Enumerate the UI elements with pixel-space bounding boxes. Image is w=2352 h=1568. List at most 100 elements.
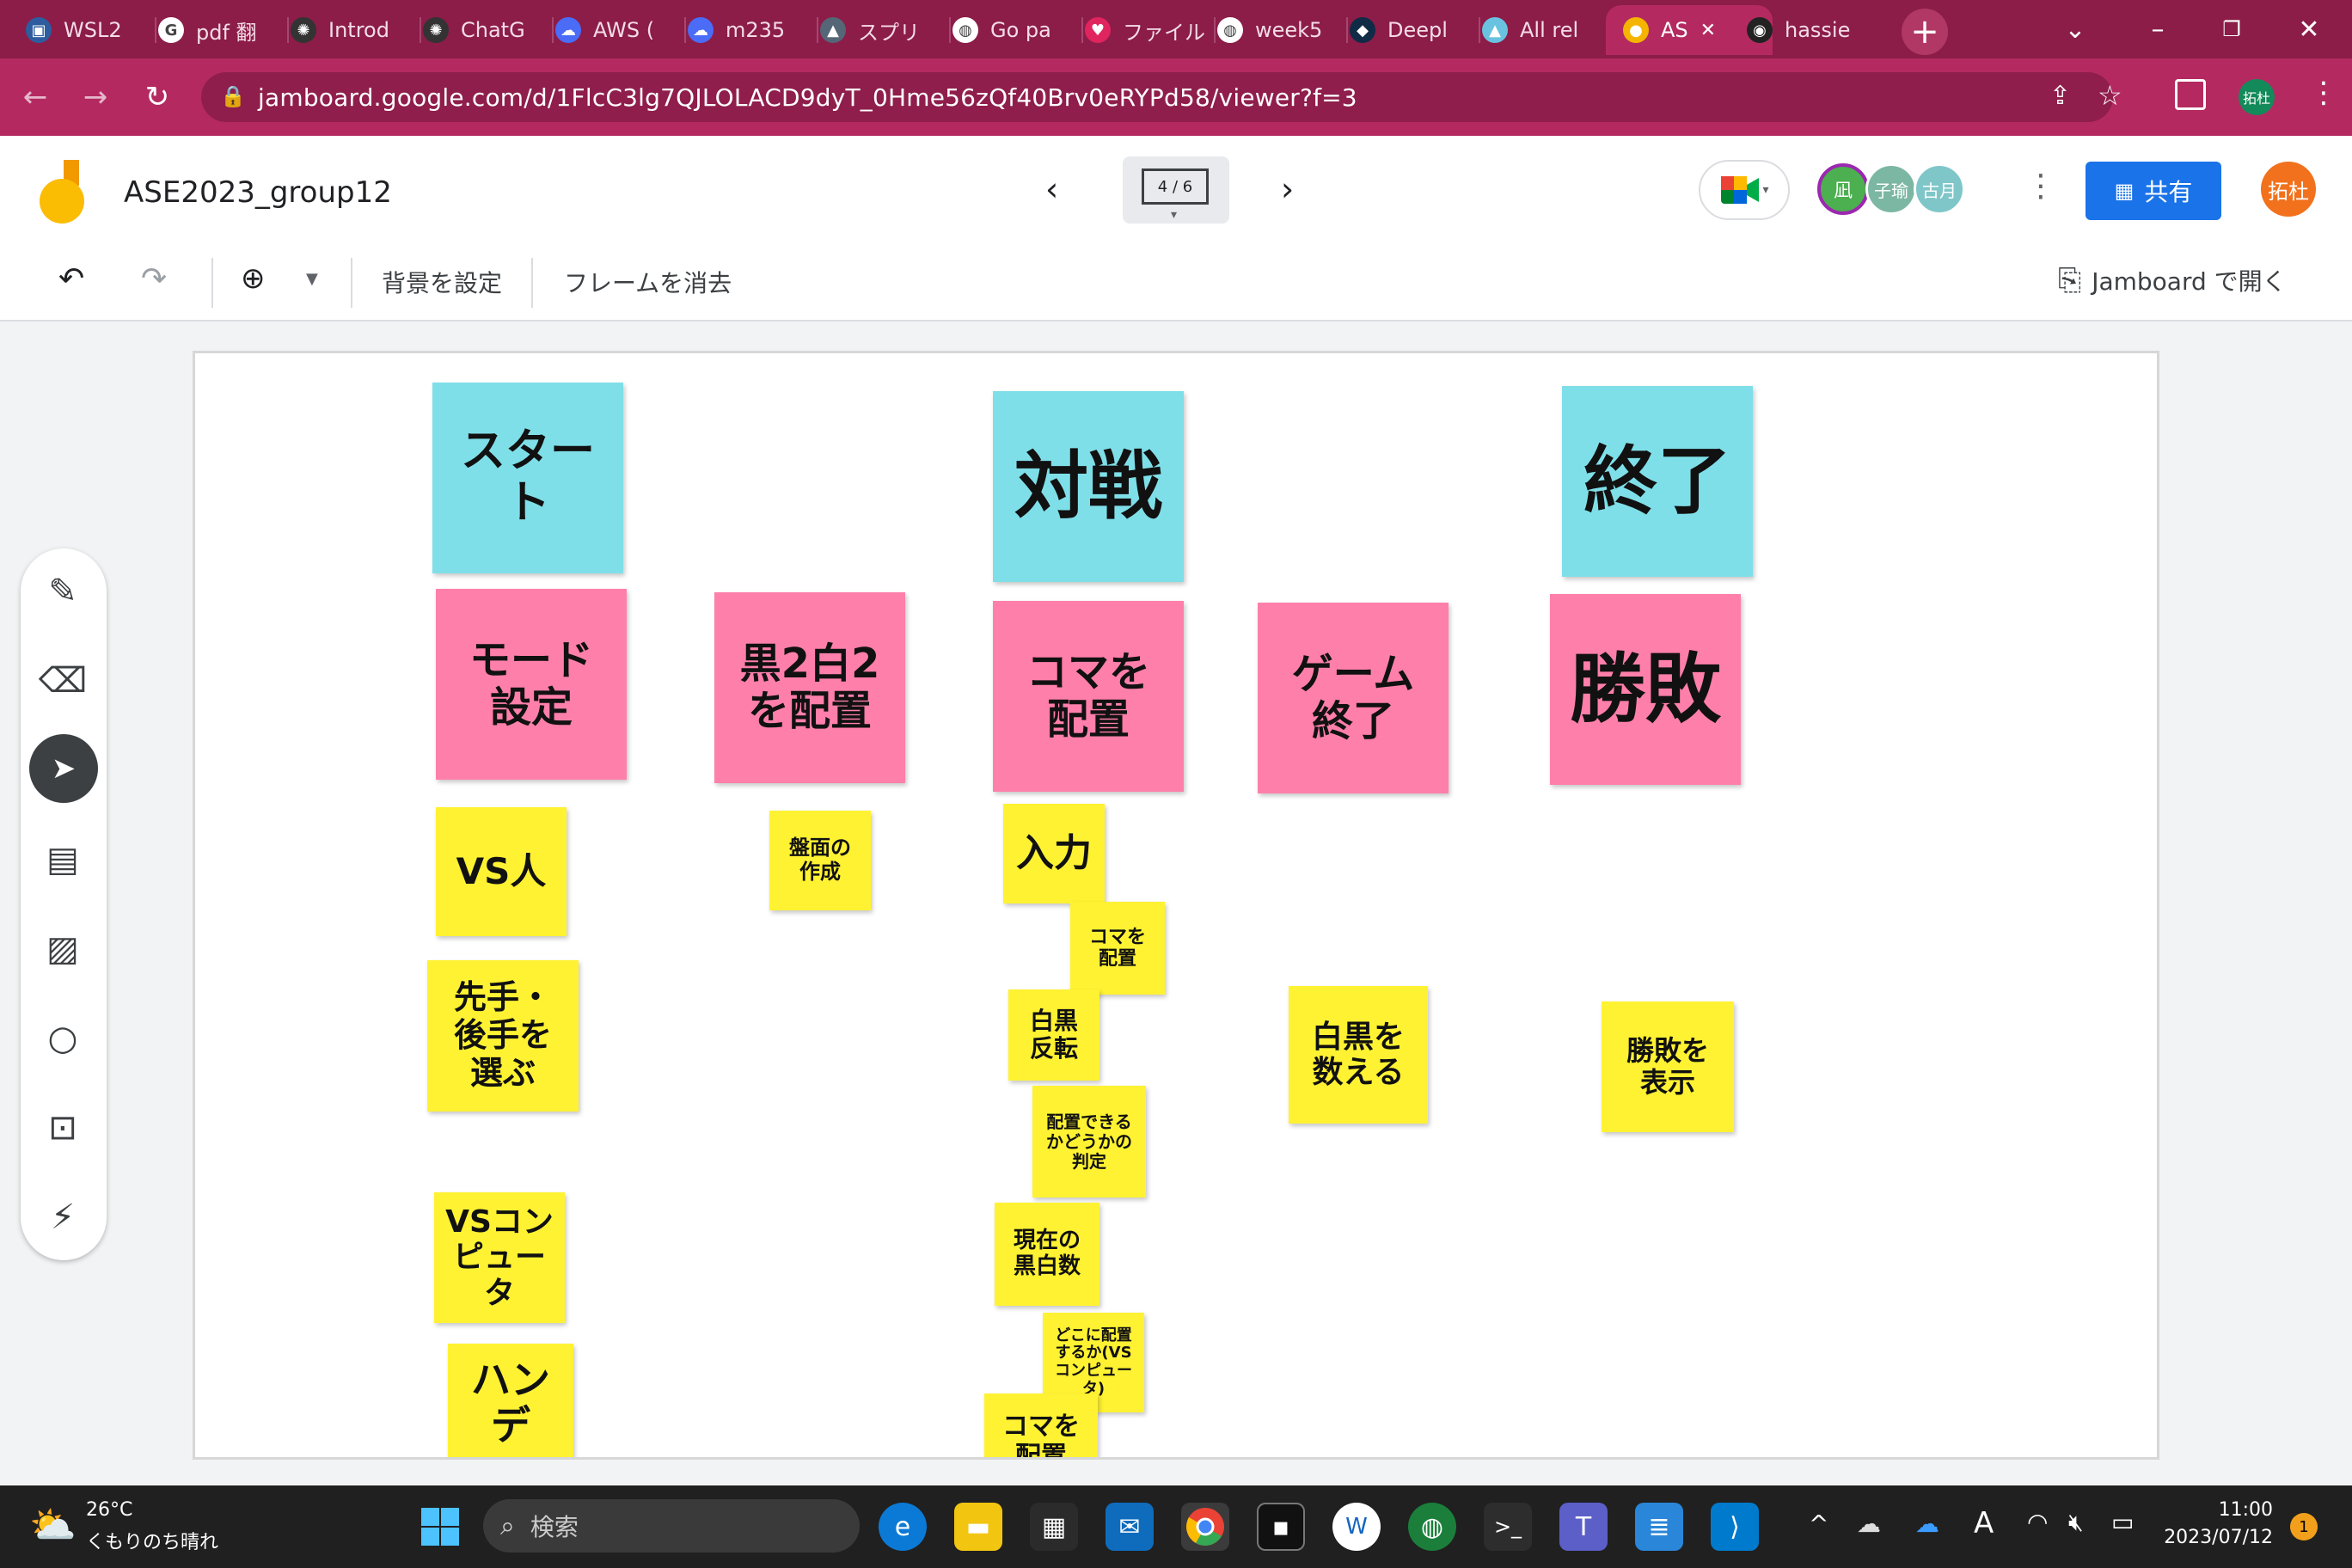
eraser-icon[interactable]: ⌫: [27, 645, 99, 717]
meet-button[interactable]: ▾: [1699, 160, 1790, 220]
vscode-icon[interactable]: ⟩: [1711, 1503, 1759, 1551]
sticky-note[interactable]: 現在の 黒白数: [995, 1203, 1099, 1306]
collaborator-avatar[interactable]: 古月: [1914, 163, 1965, 215]
browser-tab[interactable]: ▣ WSL2: [26, 5, 158, 55]
profile-avatar[interactable]: 拓杜: [2239, 79, 2275, 115]
frame-bar-button[interactable]: 4 / 6 ▾: [1123, 156, 1229, 224]
browser-tab[interactable]: ▲ スプリ: [820, 5, 952, 55]
store-icon[interactable]: ▦: [1030, 1503, 1078, 1551]
bookmark-star-icon[interactable]: ☆: [2098, 79, 2122, 112]
share-button[interactable]: ▦ 共有: [2086, 162, 2221, 220]
wifi-icon[interactable]: ◠: [2027, 1508, 2048, 1536]
sticky-note[interactable]: 勝敗を 表示: [1602, 1001, 1734, 1132]
sticky-note[interactable]: 終了: [1562, 386, 1753, 577]
windows-start-icon[interactable]: [420, 1506, 461, 1547]
more-options-icon[interactable]: ⋮: [2025, 168, 2056, 204]
weather-temp[interactable]: 26°C: [86, 1499, 132, 1521]
sticky-note[interactable]: VS人: [436, 807, 567, 936]
sticky-note[interactable]: 対戦: [993, 391, 1184, 582]
browser-tab[interactable]: ✺ ChatG: [423, 5, 555, 55]
back-icon[interactable]: ←: [14, 76, 57, 119]
prev-frame-button[interactable]: ‹: [1045, 170, 1058, 208]
next-frame-button[interactable]: ›: [1281, 170, 1294, 208]
terminal-window-icon[interactable]: ▪: [1257, 1503, 1305, 1551]
sticky-note[interactable]: 黒2白2 を配置: [714, 592, 905, 783]
taskbar-search-box[interactable]: ⌕ 検索: [483, 1499, 860, 1553]
image-icon[interactable]: ▨: [27, 913, 99, 985]
sticky-note[interactable]: ハン デ: [448, 1344, 573, 1457]
sticky-note[interactable]: 入力: [1003, 804, 1105, 903]
browser-tab[interactable]: ☁ m235: [688, 5, 820, 55]
clock-time[interactable]: 11:00: [2165, 1499, 2273, 1521]
sticky-note-icon[interactable]: ▤: [27, 824, 99, 896]
edge-icon[interactable]: e: [879, 1503, 927, 1551]
url-text[interactable]: jamboard.google.com/d/1FlcC3lg7QJLOLACD9…: [258, 83, 1357, 112]
collaborator-avatar[interactable]: 子瑜: [1865, 163, 1917, 215]
sticky-note[interactable]: モード 設定: [436, 589, 627, 780]
browser-tab[interactable]: ▲ All rel: [1482, 5, 1614, 55]
reload-icon[interactable]: ↻: [136, 76, 179, 119]
onedrive-grey-icon[interactable]: ☁: [1857, 1510, 1881, 1538]
browser-tab[interactable]: ♥ ファイル: [1085, 5, 1217, 55]
sticky-note[interactable]: VSコン ピュー タ: [434, 1192, 565, 1323]
collaborator-avatar[interactable]: 凪: [1817, 163, 1869, 215]
file-explorer-icon[interactable]: ▬: [954, 1503, 1002, 1551]
app-w-icon[interactable]: W: [1332, 1503, 1381, 1551]
notepad-icon[interactable]: ≣: [1635, 1503, 1683, 1551]
sticky-note[interactable]: コマを 配置: [1070, 902, 1165, 995]
sticky-note[interactable]: コマを 配置: [993, 601, 1184, 792]
jam-frame-canvas[interactable]: スター ト 対戦 終了 モード 設定 黒2白2 を配置 コマを 配置 ゲーム 終…: [193, 351, 2159, 1460]
browser-tab[interactable]: Gpdf 翻: [158, 5, 291, 55]
sticky-note[interactable]: スター ト: [432, 383, 623, 573]
chrome-icon[interactable]: [1181, 1503, 1229, 1551]
jamboard-logo-icon[interactable]: [38, 160, 98, 225]
side-panel-icon[interactable]: [2175, 79, 2206, 110]
tab-search-icon[interactable]: ⌄: [2041, 5, 2110, 53]
close-tab-icon[interactable]: ✕: [1700, 20, 1716, 41]
sticky-note[interactable]: コマを 配置: [984, 1393, 1098, 1457]
globe-app-icon[interactable]: ◍: [1408, 1503, 1456, 1551]
weather-cloud-icon[interactable]: ⛅: [29, 1503, 77, 1547]
shape-circle-icon[interactable]: ○: [27, 1002, 99, 1075]
restore-button[interactable]: ❐: [2197, 5, 2266, 53]
sticky-note[interactable]: 白黒 反転: [1008, 989, 1099, 1081]
redo-icon[interactable]: ↷: [141, 261, 167, 297]
sticky-note[interactable]: ゲーム 終了: [1258, 603, 1449, 793]
jam-title[interactable]: ASE2023_group12: [124, 175, 392, 210]
undo-icon[interactable]: ↶: [58, 261, 84, 297]
forward-icon[interactable]: →: [74, 76, 117, 119]
browser-tab[interactable]: ◆ Deepl: [1350, 5, 1482, 55]
onedrive-blue-icon[interactable]: ☁: [1915, 1510, 1939, 1538]
browser-tab[interactable]: ◉ hassie: [1747, 5, 1879, 55]
browser-tab[interactable]: ✺ Introd: [291, 5, 423, 55]
open-in-jamboard-button[interactable]: ⎘ Jamboard で開く: [2058, 263, 2287, 297]
select-tool-icon[interactable]: ➤: [29, 734, 98, 803]
clear-frame-button[interactable]: フレームを消去: [564, 265, 732, 299]
ime-indicator[interactable]: A: [1974, 1506, 1994, 1540]
sticky-note[interactable]: 勝敗: [1550, 594, 1741, 785]
browser-tab[interactable]: ☁ AWS (: [555, 5, 688, 55]
browser-menu-icon[interactable]: ⋮: [2309, 76, 2338, 110]
share-page-icon[interactable]: ⇪: [2049, 81, 2071, 111]
close-window-button[interactable]: ✕: [2275, 5, 2343, 53]
battery-icon[interactable]: ▭: [2111, 1508, 2134, 1536]
text-box-icon[interactable]: ⊡: [27, 1092, 99, 1164]
zoom-icon[interactable]: ⊕: [241, 261, 266, 296]
user-avatar[interactable]: 拓杜: [2261, 162, 2316, 217]
notification-badge[interactable]: 1: [2290, 1513, 2318, 1540]
mail-icon[interactable]: ✉: [1106, 1503, 1154, 1551]
weather-desc[interactable]: くもりのち晴れ: [86, 1527, 218, 1554]
sticky-note[interactable]: 配置できる かどうかの 判定: [1032, 1086, 1146, 1197]
sticky-note[interactable]: 白黒を 数える: [1289, 986, 1428, 1124]
laser-icon[interactable]: ⚡: [27, 1181, 99, 1253]
pen-icon[interactable]: ✎: [27, 555, 99, 628]
sticky-note[interactable]: 盤面の 作成: [769, 811, 871, 910]
tray-overflow-icon[interactable]: ^: [1809, 1510, 1828, 1538]
browser-tab[interactable]: ◍ week5: [1217, 5, 1350, 55]
zoom-dropdown-icon[interactable]: ▼: [306, 270, 318, 288]
teams-icon[interactable]: T: [1559, 1503, 1608, 1551]
sticky-note[interactable]: 先手・ 後手を 選ぶ: [427, 960, 579, 1112]
new-tab-button[interactable]: +: [1902, 9, 1948, 55]
volume-muted-icon[interactable]: 🔇︎: [2068, 1508, 2084, 1537]
browser-tab[interactable]: ◍ Go pa: [952, 5, 1085, 55]
